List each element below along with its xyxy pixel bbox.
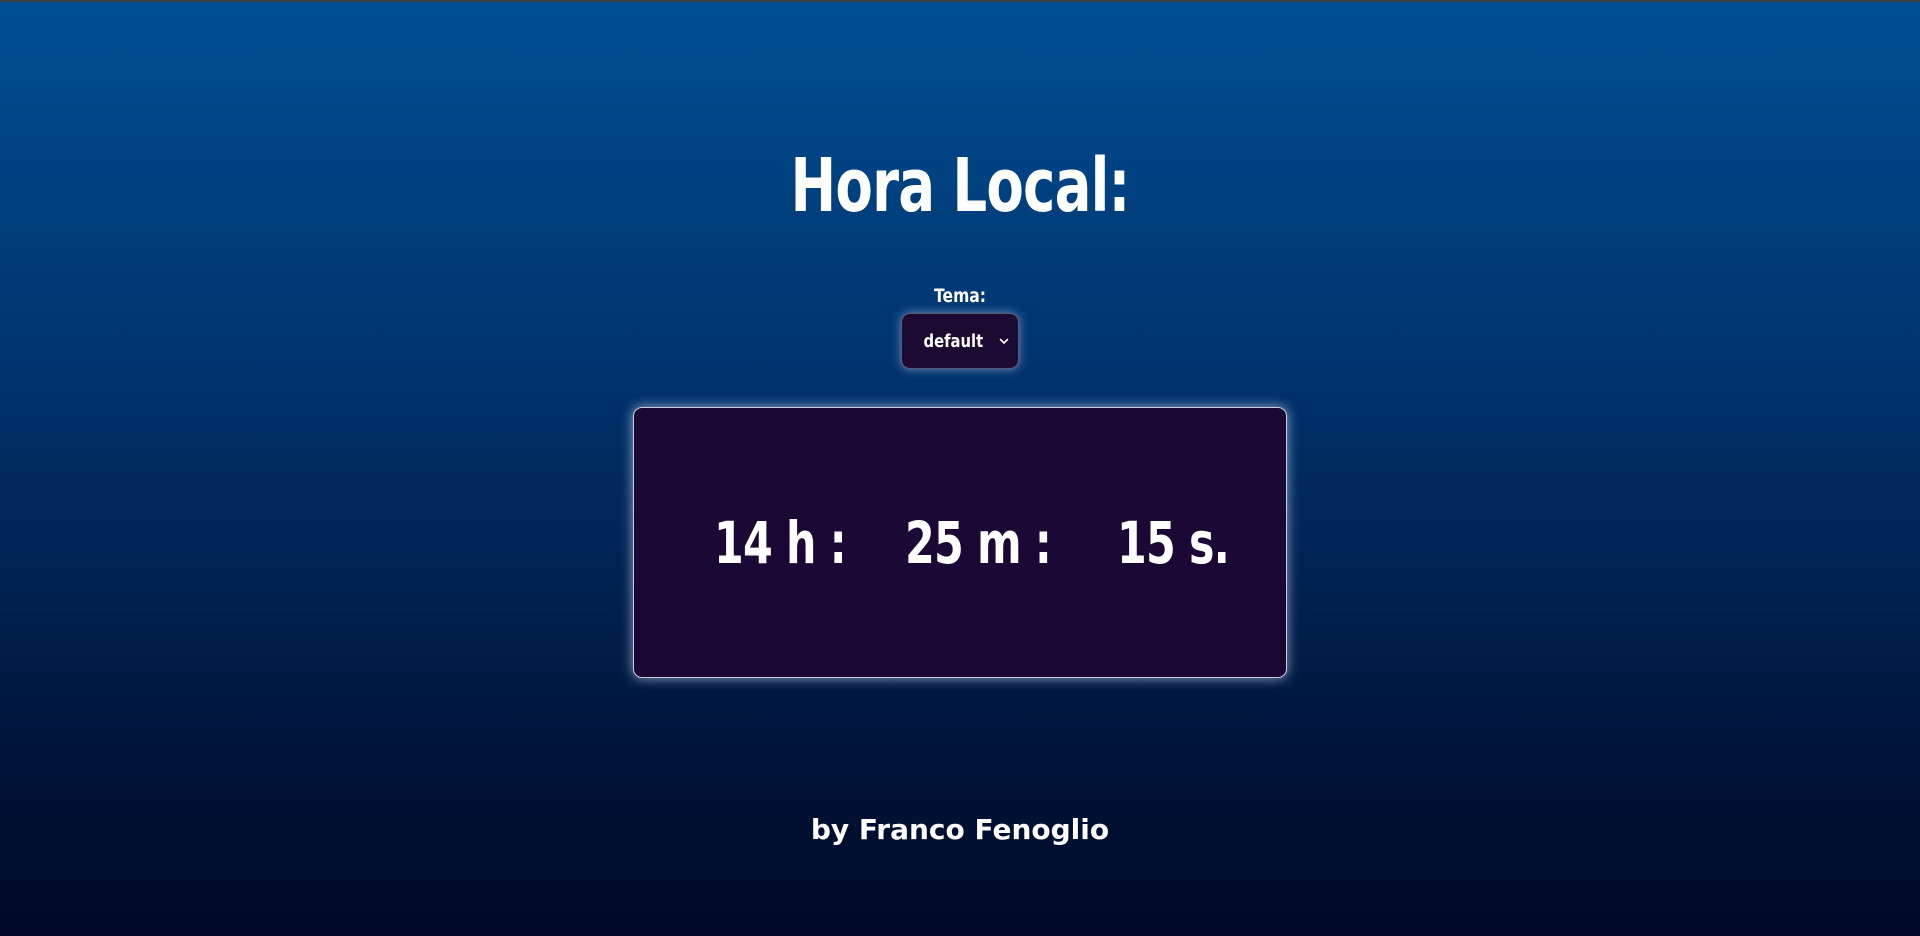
theme-label: Tema: — [933, 285, 987, 307]
page-title: Hora Local: — [790, 143, 1131, 229]
clock-hours: 14 h : — [714, 509, 847, 577]
clock-minutes: 25 m : — [905, 509, 1052, 577]
clock-panel: 14 h : 25 m : 15 s. — [633, 407, 1287, 678]
author-credit: by Franco Fenoglio — [810, 813, 1110, 846]
chevron-down-icon — [999, 338, 1009, 344]
theme-select-value: default — [923, 330, 983, 352]
window-top-border — [0, 0, 1920, 2]
theme-select[interactable]: default — [901, 313, 1019, 369]
clock-seconds: 15 s. — [1117, 509, 1230, 577]
